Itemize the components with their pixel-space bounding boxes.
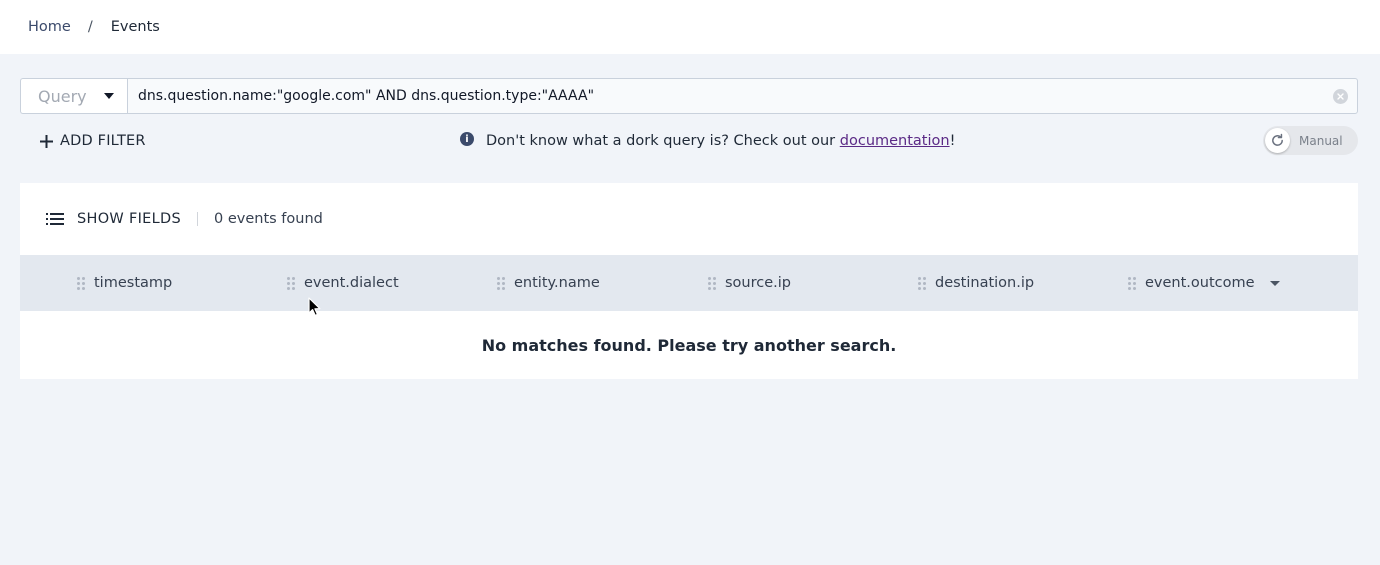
drag-handle-icon	[287, 276, 295, 290]
table-header: timestamp event.dialect entity.name sour…	[20, 255, 1358, 311]
header-divider	[197, 212, 198, 226]
column-header-source-ip[interactable]: source.ip	[708, 255, 791, 311]
column-header-timestamp[interactable]: timestamp	[77, 255, 172, 311]
clear-icon[interactable]	[1333, 89, 1348, 104]
refresh-icon	[1265, 128, 1290, 153]
plus-icon	[40, 134, 53, 148]
drag-handle-icon	[918, 276, 926, 290]
empty-results-message: No matches found. Please try another sea…	[481, 335, 897, 355]
drag-handle-icon	[1128, 276, 1136, 290]
refresh-mode-label: Manual	[1299, 133, 1343, 148]
breadcrumb-separator: /	[87, 19, 93, 35]
refresh-mode-toggle[interactable]: Manual	[1263, 126, 1358, 155]
info-icon: i	[460, 132, 474, 146]
chevron-down-icon	[104, 93, 114, 99]
breadcrumb: Home / Events	[0, 0, 1380, 54]
column-label: source.ip	[725, 275, 791, 291]
add-filter-label: ADD FILTER	[60, 133, 146, 149]
results-header: SHOW FIELDS 0 events found	[20, 183, 1358, 255]
query-input[interactable]	[128, 79, 1357, 113]
hint-text-before: Don't know what a dork query is? Check o…	[486, 133, 840, 149]
column-header-event-outcome[interactable]: event.outcome	[1128, 255, 1280, 311]
column-header-entity-name[interactable]: entity.name	[497, 255, 600, 311]
query-type-select[interactable]: Query	[20, 78, 127, 114]
query-bar: Query	[20, 78, 1358, 114]
column-label: event.dialect	[304, 275, 399, 291]
mouse-cursor-icon	[308, 297, 321, 316]
show-fields-button[interactable]: SHOW FIELDS	[46, 211, 181, 227]
column-label: event.outcome	[1145, 275, 1255, 291]
show-fields-label: SHOW FIELDS	[77, 211, 181, 227]
breadcrumb-home-link[interactable]: Home	[28, 19, 71, 35]
column-header-destination-ip[interactable]: destination.ip	[918, 255, 1034, 311]
dork-query-hint: i Don't know what a dork query is? Check…	[460, 130, 955, 152]
hint-text: Don't know what a dork query is? Check o…	[486, 133, 955, 149]
documentation-link[interactable]: documentation	[840, 133, 950, 149]
query-type-label: Query	[38, 86, 87, 106]
hint-text-after: !	[949, 133, 956, 149]
drag-handle-icon	[77, 276, 85, 290]
list-icon	[46, 213, 64, 225]
sort-down-icon[interactable]	[1269, 280, 1280, 286]
column-label: destination.ip	[935, 275, 1035, 291]
column-label: timestamp	[94, 275, 173, 291]
drag-handle-icon	[497, 276, 505, 290]
results-panel: SHOW FIELDS 0 events found timestamp eve…	[20, 183, 1358, 379]
column-label: entity.name	[514, 275, 600, 291]
events-count: 0 events found	[214, 211, 323, 227]
drag-handle-icon	[708, 276, 716, 290]
column-header-event-dialect[interactable]: event.dialect	[287, 255, 399, 311]
query-input-wrapper	[127, 78, 1358, 114]
breadcrumb-current: Events	[110, 19, 160, 35]
add-filter-button[interactable]: ADD FILTER	[39, 130, 146, 152]
